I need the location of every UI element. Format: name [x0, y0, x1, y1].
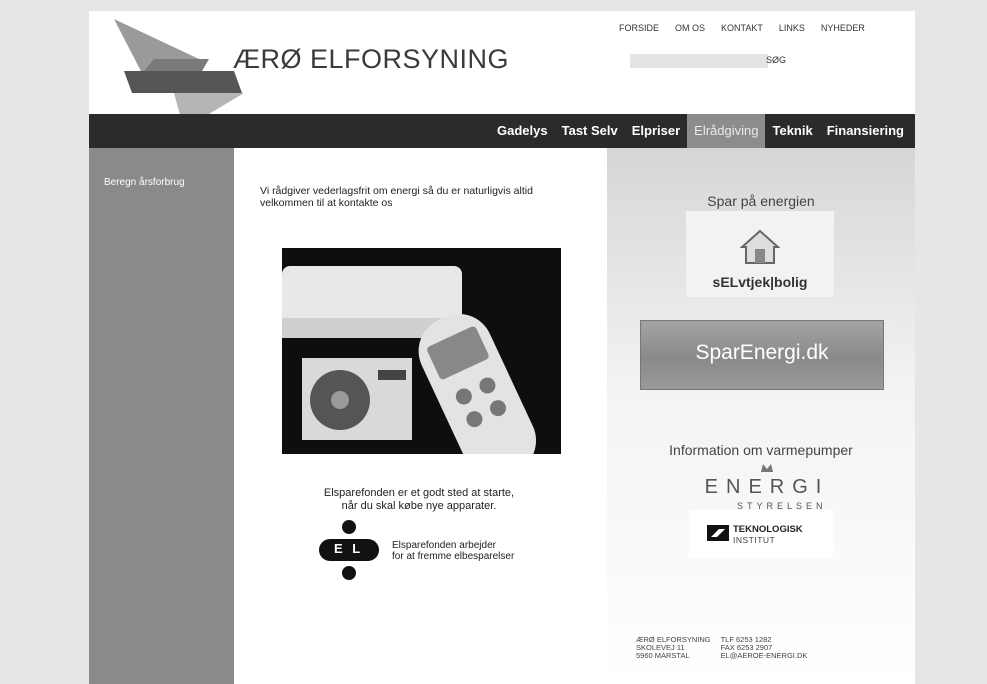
el-logo-tagline-2: for at fremme elbesparelser — [392, 551, 515, 562]
nav-tast-selv[interactable]: Tast Selv — [555, 114, 625, 148]
main-nav: Gadelys Tast Selv Elpriser Elrådgiving T… — [89, 114, 915, 148]
energi-text: ENERGI — [704, 476, 830, 498]
footer-line: 5960 MARSTAL — [636, 651, 690, 660]
elsparefonden-line-1: Elsparefonden er et godt sted at starte, — [323, 487, 515, 499]
footer-address: ÆRØ ELFORSYNING SKOLEVEJ 11 5960 MARSTAL — [636, 636, 711, 660]
top-nav-nyheder[interactable]: NYHEDER — [821, 23, 865, 33]
selvtjek-label: sELvtjek|bolig — [712, 274, 808, 290]
sparenergi-label: SparEnergi.dk — [695, 341, 829, 364]
varmepumper-title: Information om varmepumper — [669, 442, 853, 458]
search-input[interactable] — [630, 54, 768, 68]
intro-text: Vi rådgiver vederlagsfrit om energi så d… — [260, 185, 533, 209]
elsparefonden-logo[interactable]: E L Elsparefonden arbejder for at fremme… — [314, 519, 534, 581]
air-conditioner-image — [282, 248, 561, 454]
nav-gadelys[interactable]: Gadelys — [490, 114, 555, 148]
top-nav: FORSIDE OM OS KONTAKT LINKS NYHEDER — [619, 23, 881, 33]
el-logo-tagline-1: Elsparefonden arbejder — [392, 540, 496, 551]
spar-title: Spar på energien — [707, 193, 815, 209]
el-logo-letters: E L — [334, 541, 364, 556]
el-logo-tagline: Elsparefonden arbejder for at fremme elb… — [392, 540, 514, 562]
main-content: Vi rådgiver vederlagsfrit om energi så d… — [234, 148, 607, 684]
nav-elraadgiving[interactable]: Elrådgiving — [687, 114, 766, 148]
sidebar: Beregn årsforbrug — [89, 148, 234, 684]
teknologisk-institut-logo[interactable]: TEKNOLOGISK INSTITUT — [689, 510, 833, 558]
footer-contact: TLF 6253 1282 FAX 6253 2907 EL@AEROE-ENE… — [721, 636, 808, 660]
top-nav-links[interactable]: LINKS — [779, 23, 805, 33]
ti-line-2: INSTITUT — [733, 535, 776, 545]
footer: ÆRØ ELFORSYNING SKOLEVEJ 11 5960 MARSTAL… — [636, 636, 807, 660]
top-nav-kontakt[interactable]: KONTAKT — [721, 23, 763, 33]
top-nav-forside[interactable]: FORSIDE — [619, 23, 659, 33]
page: ÆRØ ELFORSYNING FORSIDE OM OS KONTAKT LI… — [89, 11, 915, 684]
ti-line-1: TEKNOLOGISK — [733, 524, 803, 535]
selvtjek-bolig-banner[interactable]: sELvtjek|bolig — [686, 211, 834, 297]
sparenergi-banner[interactable]: SparEnergi.dk — [640, 320, 884, 390]
elsparefonden-line-2: når du skal købe nye apparater. — [341, 500, 497, 512]
nav-elpriser[interactable]: Elpriser — [625, 114, 687, 148]
logo-icon[interactable] — [114, 19, 244, 129]
sidebar-item-beregn-aarsforbrug[interactable]: Beregn årsforbrug — [104, 177, 185, 188]
nav-teknik[interactable]: Teknik — [765, 114, 819, 148]
site-title[interactable]: ÆRØ ELFORSYNING — [233, 44, 509, 75]
house-icon — [740, 229, 780, 264]
energistyrelsen-logo[interactable]: ENERGI STYRELSEN — [667, 459, 867, 513]
top-nav-om-os[interactable]: OM OS — [675, 23, 705, 33]
footer-email[interactable]: EL@AEROE-ENERGI.DK — [721, 652, 808, 660]
nav-finansiering[interactable]: Finansiering — [820, 114, 911, 148]
elsparefonden-text: Elsparefonden er et godt sted at starte,… — [294, 487, 544, 513]
ti-icon — [707, 525, 729, 541]
crown-icon — [761, 464, 773, 472]
search-button[interactable]: SØG — [766, 55, 786, 65]
right-column: Spar på energien sELvtjek|bolig SparEner… — [607, 148, 915, 684]
